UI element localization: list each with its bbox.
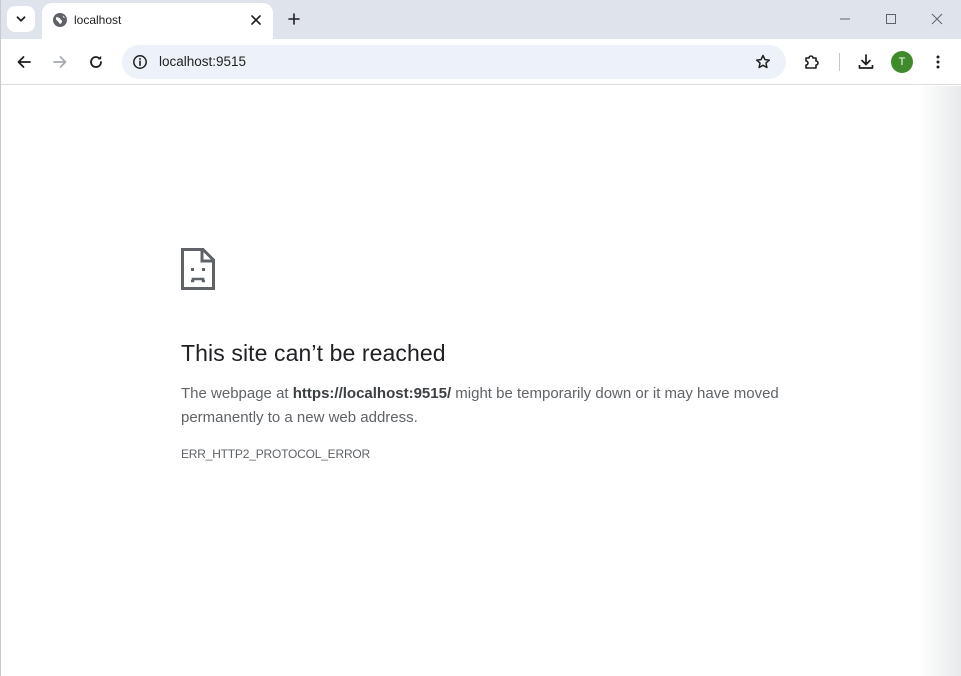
globe-icon — [53, 13, 67, 27]
error-desc-prefix: The webpage at — [181, 385, 293, 402]
error-desc-url: https://localhost:9515/ — [292, 385, 452, 402]
site-info-button[interactable] — [131, 53, 149, 71]
toolbar: localhost:9515 T — [1, 39, 961, 85]
bookmark-button[interactable] — [753, 52, 773, 72]
page-content: This site can’t be reached The webpage a… — [1, 86, 961, 676]
reload-button[interactable] — [82, 48, 110, 76]
tab-search-button[interactable] — [7, 6, 35, 32]
puzzle-icon — [805, 55, 819, 69]
tab-close-button[interactable] — [247, 11, 265, 29]
error-code: ERR_HTTP2_PROTOCOL_ERROR — [181, 447, 371, 461]
arrow-left-icon — [17, 56, 31, 68]
address-bar-url[interactable]: localhost:9515 — [159, 54, 246, 70]
back-button[interactable] — [10, 48, 38, 76]
error-description: The webpage at https://localhost:9515/ m… — [181, 382, 781, 430]
browser-window: localhost localhost:9515 T This site can… — [0, 0, 961, 676]
tab-strip: localhost — [1, 0, 961, 39]
minimize-icon — [840, 18, 850, 20]
menu-button[interactable] — [924, 48, 952, 76]
plus-icon — [288, 13, 300, 25]
star-icon — [755, 54, 771, 69]
more-vert-icon — [936, 55, 940, 69]
reload-icon — [90, 55, 102, 68]
tab-active[interactable]: localhost — [42, 3, 273, 39]
arrow-right-icon — [53, 56, 67, 68]
window-edge-shadow — [917, 86, 961, 676]
close-window-button[interactable] — [926, 8, 948, 30]
maximize-button[interactable] — [880, 8, 902, 30]
address-bar[interactable]: localhost:9515 — [122, 45, 786, 79]
downloads-button[interactable] — [852, 48, 880, 76]
toolbar-separator — [839, 53, 840, 71]
profile-avatar[interactable]: T — [891, 51, 913, 73]
info-icon — [133, 55, 147, 69]
new-tab-button[interactable] — [283, 8, 305, 30]
error-title: This site can’t be reached — [181, 340, 446, 366]
maximize-icon — [886, 14, 896, 24]
sad-document-icon — [181, 248, 215, 290]
extensions-button[interactable] — [798, 48, 826, 76]
download-icon — [858, 54, 874, 69]
tab-title: localhost — [74, 13, 122, 27]
close-icon — [931, 13, 943, 25]
forward-button[interactable] — [46, 48, 74, 76]
minimize-button[interactable] — [834, 8, 856, 30]
close-icon — [251, 15, 261, 25]
chevron-down-icon — [16, 16, 26, 22]
